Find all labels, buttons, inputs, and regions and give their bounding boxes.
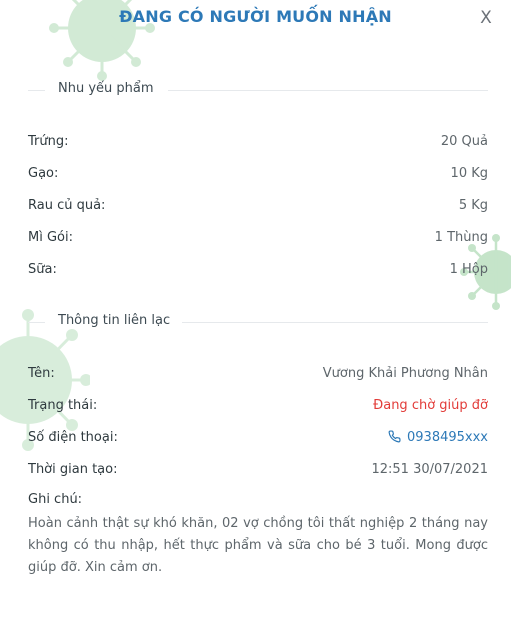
phone-value: 0938495xxx: [407, 430, 488, 445]
phone-icon: [388, 430, 401, 443]
list-item: Trứng: 20 Quả: [28, 132, 488, 152]
status-label: Trạng thái:: [28, 398, 98, 413]
phone-link[interactable]: 0938495xxx: [388, 428, 488, 448]
item-value: 1 Thùng: [434, 230, 488, 245]
phone-label: Số điện thoại:: [28, 430, 118, 445]
item-label: Rau củ quả:: [28, 198, 106, 213]
list-item: Gạo: 10 Kg: [28, 164, 488, 184]
divider: [168, 90, 488, 91]
contact-name-row: Tên: Vương Khải Phương Nhân: [28, 364, 488, 384]
item-label: Trứng:: [28, 134, 69, 149]
contact-created-row: Thời gian tạo: 12:51 30/07/2021: [28, 460, 488, 480]
item-value: 10 Kg: [450, 166, 488, 181]
contact-heading: Thông tin liên lạc: [58, 313, 171, 328]
name-label: Tên:: [28, 366, 55, 381]
item-value: 1 Hộp: [449, 262, 488, 277]
name-value: Vương Khải Phương Nhân: [322, 366, 488, 381]
item-label: Gạo:: [28, 166, 59, 181]
note-label: Ghi chú:: [28, 492, 83, 507]
note-text: Hoàn cảnh thật sự khó khăn, 02 vợ chồng …: [28, 516, 488, 575]
item-label: Mì Gói:: [28, 230, 73, 245]
item-label: Sữa:: [28, 262, 57, 277]
divider: [182, 322, 488, 323]
list-item: Rau củ quả: 5 Kg: [28, 196, 488, 216]
contact-section-header: Thông tin liên lạc: [28, 312, 488, 332]
created-label: Thời gian tạo:: [28, 462, 118, 477]
divider: [28, 322, 45, 323]
item-value: 20 Quả: [440, 134, 488, 149]
status-badge: Đang chờ giúp đỡ: [373, 398, 488, 413]
needs-section-header: Nhu yếu phẩm: [28, 80, 488, 100]
created-value: 12:51 30/07/2021: [371, 462, 488, 477]
list-item: Mì Gói: 1 Thùng: [28, 228, 488, 248]
item-value: 5 Kg: [458, 198, 488, 213]
needs-heading: Nhu yếu phẩm: [58, 81, 154, 96]
list-item: Sữa: 1 Hộp: [28, 260, 488, 280]
dialog-title: ĐANG CÓ NGƯỜI MUỐN NHẬN: [119, 7, 392, 26]
contact-status-row: Trạng thái: Đang chờ giúp đỡ: [28, 396, 488, 416]
divider: [28, 90, 45, 91]
close-icon[interactable]: X: [479, 9, 493, 27]
contact-phone-row: Số điện thoại: 0938495xxx: [28, 428, 488, 448]
